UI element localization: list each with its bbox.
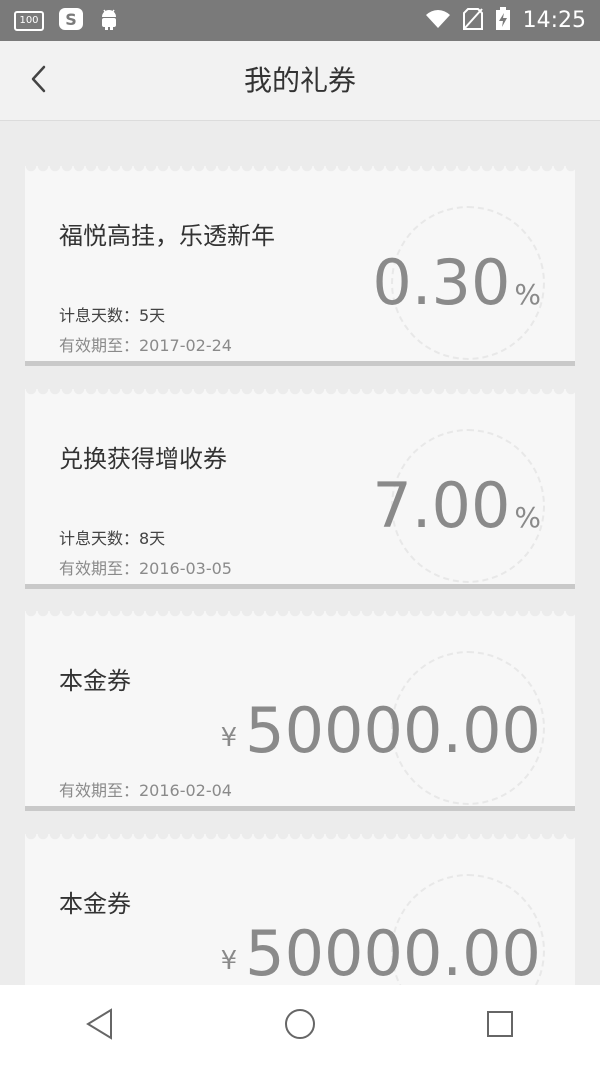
system-nav-bar bbox=[0, 985, 600, 1066]
coupon-amount: ¥50000.00 bbox=[221, 695, 541, 767]
triangle-back-icon bbox=[83, 1007, 117, 1045]
status-left-icons: 100 S bbox=[14, 0, 120, 41]
coupon-title: 兑换获得增收券 bbox=[59, 445, 227, 473]
coupon-title: 本金券 bbox=[59, 667, 131, 695]
app-header: 我的礼券 bbox=[0, 41, 600, 121]
page-title: 我的礼券 bbox=[243, 64, 356, 97]
coupon-interest-days: 计息天数：5天 bbox=[59, 306, 166, 325]
coupon-card[interactable]: 本金券 ¥50000.00 bbox=[25, 834, 575, 985]
square-recents-icon bbox=[483, 1007, 517, 1045]
coupon-list[interactable]: 福悦高挂，乐透新年 0.30% 计息天数：5天 有效期至：2017-02-24 … bbox=[0, 121, 600, 985]
coupon-card[interactable]: 福悦高挂，乐透新年 0.30% 计息天数：5天 有效期至：2017-02-24 bbox=[25, 166, 575, 366]
clock-time: 14:25 bbox=[522, 8, 586, 33]
nav-recents-button[interactable] bbox=[470, 996, 530, 1056]
coupon-rate: 7.00% bbox=[372, 471, 541, 541]
coupon-title: 本金券 bbox=[59, 890, 131, 918]
coupon-card[interactable]: 本金券 ¥50000.00 有效期至：2016-02-04 bbox=[25, 611, 575, 811]
coupon-rate-value: 7.00 bbox=[372, 469, 511, 542]
coupon-rate-unit: % bbox=[514, 278, 541, 311]
circle-home-icon bbox=[283, 1007, 317, 1045]
coupon-amount-value: 50000.00 bbox=[245, 917, 541, 986]
coupon-expiry: 有效期至：2016-02-04 bbox=[59, 781, 232, 800]
coupon-interest-days: 计息天数：8天 bbox=[59, 529, 166, 548]
sogou-icon: S bbox=[58, 7, 84, 35]
coupon-expiry: 有效期至：2016-03-05 bbox=[59, 559, 232, 578]
currency-symbol: ¥ bbox=[220, 723, 238, 753]
svg-text:S: S bbox=[65, 10, 77, 29]
coupon-title: 福悦高挂，乐透新年 bbox=[59, 222, 275, 250]
wifi-icon bbox=[425, 9, 451, 33]
coupon-amount-value: 50000.00 bbox=[245, 694, 541, 767]
no-sim-icon bbox=[462, 7, 483, 34]
coupon-amount: ¥50000.00 bbox=[220, 917, 541, 986]
battery-100-badge: 100 bbox=[14, 10, 44, 31]
nav-back-button[interactable] bbox=[70, 996, 130, 1056]
android-icon bbox=[98, 7, 120, 35]
coupon-expiry: 有效期至：2017-02-24 bbox=[59, 336, 232, 355]
coupon-rate-value: 0.30 bbox=[372, 246, 511, 319]
battery-charging-icon bbox=[495, 6, 511, 35]
status-bar: 100 S 14:25 bbox=[0, 0, 600, 41]
coupon-rate: 0.30% bbox=[372, 248, 541, 318]
coupon-rate-unit: % bbox=[514, 501, 541, 534]
nav-home-button[interactable] bbox=[270, 996, 330, 1056]
coupon-card[interactable]: 兑换获得增收券 7.00% 计息天数：8天 有效期至：2016-03-05 bbox=[25, 389, 575, 589]
status-right-icons: 14:25 bbox=[425, 0, 586, 41]
currency-symbol: ¥ bbox=[220, 946, 238, 976]
